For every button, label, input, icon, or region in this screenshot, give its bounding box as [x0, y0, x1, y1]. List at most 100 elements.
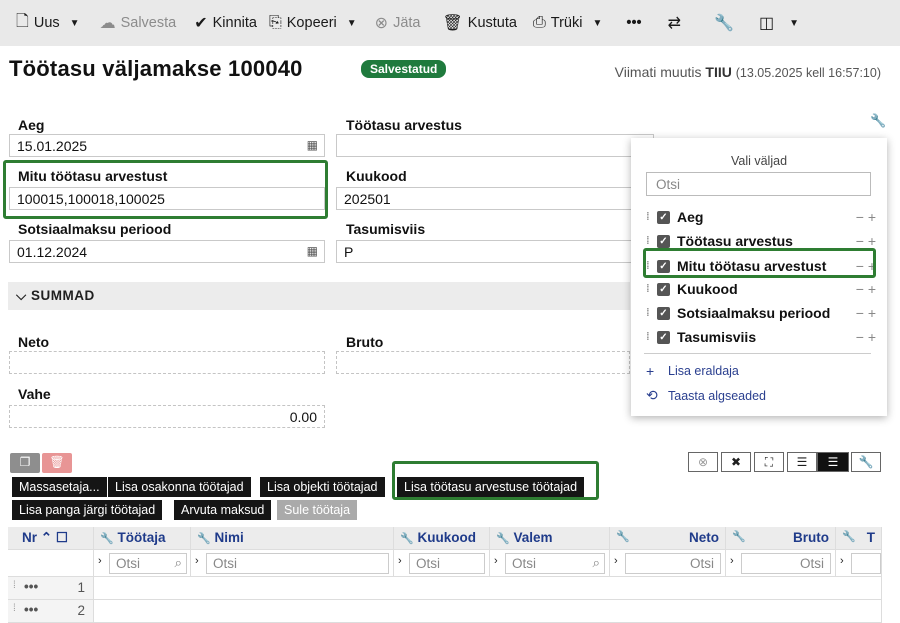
drag-handle-icon[interactable]: ⁞: [646, 331, 657, 343]
list-view-icon[interactable]: ☰: [787, 452, 817, 472]
compact-list-icon[interactable]: ☰: [817, 452, 849, 472]
field-row-sots[interactable]: ⁞ ✓ Sotsiaalmaksu periood − +: [646, 302, 876, 324]
checkbox-checked[interactable]: ✓: [657, 210, 670, 224]
new-button[interactable]: 🗋 Uus ▼: [10, 0, 86, 46]
chevron-right-icon[interactable]: ›: [614, 555, 618, 567]
drag-handle-icon[interactable]: ⁞: [646, 235, 657, 247]
grid-settings-wrench-icon[interactable]: 🔧: [851, 452, 881, 472]
chevron-down-icon: ▼: [789, 17, 799, 29]
trash-icon: 🗑: [442, 15, 463, 32]
new-document-icon: 🗋: [16, 12, 29, 30]
clear-icon[interactable]: ⊗: [688, 452, 718, 472]
wrench-icon: 🔧: [616, 531, 630, 543]
drag-handle-icon[interactable]: ⁞: [646, 211, 657, 223]
copy-row-icon[interactable]: ❐: [10, 453, 40, 473]
cloud-upload-icon: ☁: [99, 15, 116, 32]
kuukood-input[interactable]: 202501: [336, 187, 654, 210]
restore-defaults-link[interactable]: ⟲ Taasta algseaded: [646, 387, 766, 404]
search-input-t[interactable]: [851, 553, 881, 574]
plus-icon: +: [646, 363, 655, 379]
drag-handle-icon[interactable]: ⁞: [646, 283, 657, 295]
column-header-nr[interactable]: Nr ⌃ ☐: [8, 527, 94, 550]
table-row[interactable]: [94, 600, 882, 623]
minus-plus-icon[interactable]: − +: [856, 233, 876, 249]
chevron-right-icon[interactable]: ›: [98, 555, 102, 567]
swap-arrows-icon: ⇄: [667, 15, 682, 32]
column-header-neto[interactable]: 🔧 Neto: [610, 527, 726, 550]
checkbox-checked[interactable]: ✓: [657, 234, 670, 248]
column-header-t[interactable]: 🔧 T: [836, 527, 882, 550]
leave-button[interactable]: ⊗ Jäta: [369, 0, 427, 46]
chevron-right-icon[interactable]: ›: [494, 555, 498, 567]
delete-button[interactable]: 🗑 Kustuta: [436, 0, 522, 46]
arvestus-input[interactable]: [336, 134, 654, 157]
settings-button[interactable]: 🔧: [708, 0, 745, 46]
chevron-right-icon[interactable]: ›: [730, 555, 734, 567]
checkbox-checked[interactable]: ✓: [657, 282, 670, 296]
calendar-icon[interactable]: ▦: [307, 244, 318, 258]
add-bank-employees-button[interactable]: Lisa panga järgi töötajad: [12, 500, 163, 520]
more-button[interactable]: •••: [620, 0, 647, 46]
field-row-aeg[interactable]: ⁞ ✓ Aeg − +: [646, 206, 876, 228]
field-settings-wrench-icon[interactable]: 🔧: [870, 113, 886, 129]
calendar-icon[interactable]: ▦: [307, 138, 318, 152]
add-separator-link[interactable]: + Lisa eraldaja: [646, 363, 739, 379]
drag-handle-icon[interactable]: ⁞: [13, 580, 16, 591]
select-all-checkbox[interactable]: ☐: [56, 530, 68, 545]
column-header-nimi[interactable]: 🔧 Nimi: [191, 527, 394, 550]
summad-section-header[interactable]: ⌵ SUMMAD: [8, 282, 630, 310]
field-row-tasumisviis[interactable]: ⁞ ✓ Tasumisviis − +: [646, 326, 876, 348]
checkbox-checked[interactable]: ✓: [657, 330, 670, 344]
chevron-down-icon: ▼: [69, 17, 80, 29]
row-menu-icon[interactable]: •••: [24, 602, 38, 617]
close-employee-button[interactable]: Sule töötaja: [277, 500, 358, 520]
search-input-neto[interactable]: Otsi: [625, 553, 721, 574]
add-object-employees-button[interactable]: Lisa objekti töötajad: [260, 477, 385, 497]
minus-plus-icon[interactable]: − +: [856, 209, 876, 225]
layout-button[interactable]: ◫ ▼: [753, 0, 805, 46]
search-input-nimi[interactable]: Otsi: [206, 553, 389, 574]
arvestus-label: Töötasu arvestus: [346, 117, 462, 133]
column-header-tootaja[interactable]: 🔧 Töötaja: [94, 527, 191, 550]
save-button[interactable]: ☁ Salvesta: [94, 0, 183, 46]
copy-button[interactable]: ⎘ Kopeeri ▼: [263, 0, 363, 46]
minus-plus-icon[interactable]: − +: [856, 281, 876, 297]
print-button[interactable]: ⎙ Trüki ▼: [527, 0, 608, 46]
search-input-tootaja[interactable]: Otsi ⌕: [109, 553, 187, 574]
column-header-bruto[interactable]: 🔧 Bruto: [726, 527, 836, 550]
checkbox-checked[interactable]: ✓: [657, 306, 670, 320]
page-title: Töötasu väljamakse 100040: [9, 56, 303, 81]
table-row[interactable]: ⁞ ••• 1: [8, 577, 94, 600]
wrench-icon: 🔧: [496, 533, 510, 545]
calculate-taxes-button[interactable]: Arvuta maksud: [174, 500, 272, 520]
chevron-right-icon[interactable]: ›: [840, 555, 844, 567]
column-header-kuukood[interactable]: 🔧 Kuukood: [394, 527, 490, 550]
search-input-bruto[interactable]: Otsi: [741, 553, 831, 574]
table-row[interactable]: ⁞ ••• 2: [8, 600, 94, 623]
expand-icon[interactable]: ⛶: [754, 452, 784, 472]
excel-icon[interactable]: ✖: [721, 452, 751, 472]
copy-icon: ⎘: [268, 14, 282, 31]
row-menu-icon[interactable]: •••: [24, 579, 38, 594]
table-row[interactable]: [94, 577, 882, 600]
minus-plus-icon[interactable]: − +: [856, 329, 876, 345]
confirm-button[interactable]: ✔ Kinnita: [188, 0, 263, 46]
field-row-kuukood[interactable]: ⁞ ✓ Kuukood − +: [646, 278, 876, 300]
aeg-input[interactable]: 15.01.2025 ▦: [9, 134, 325, 157]
sots-input[interactable]: 01.12.2024 ▦: [9, 240, 325, 263]
minus-plus-icon[interactable]: − +: [856, 305, 876, 321]
cancel-circle-icon: ⊗: [374, 15, 389, 32]
add-department-employees-button[interactable]: Lisa osakonna töötajad: [108, 477, 251, 497]
search-input-valem[interactable]: Otsi ⌕: [505, 553, 605, 574]
drag-handle-icon[interactable]: ⁞: [646, 307, 657, 319]
delete-row-icon[interactable]: 🗑: [42, 453, 72, 473]
column-header-valem[interactable]: 🔧 Valem: [490, 527, 610, 550]
search-input-kuukood[interactable]: Otsi: [409, 553, 485, 574]
chevron-right-icon[interactable]: ›: [398, 555, 402, 567]
tasumisviis-input[interactable]: P: [336, 240, 654, 263]
massasetaja-button[interactable]: Massasetaja...: [12, 477, 107, 497]
swap-button[interactable]: ⇄: [662, 0, 692, 46]
chevron-right-icon[interactable]: ›: [195, 555, 199, 567]
drag-handle-icon[interactable]: ⁞: [13, 603, 16, 614]
panel-search-input[interactable]: Otsi: [646, 172, 871, 196]
